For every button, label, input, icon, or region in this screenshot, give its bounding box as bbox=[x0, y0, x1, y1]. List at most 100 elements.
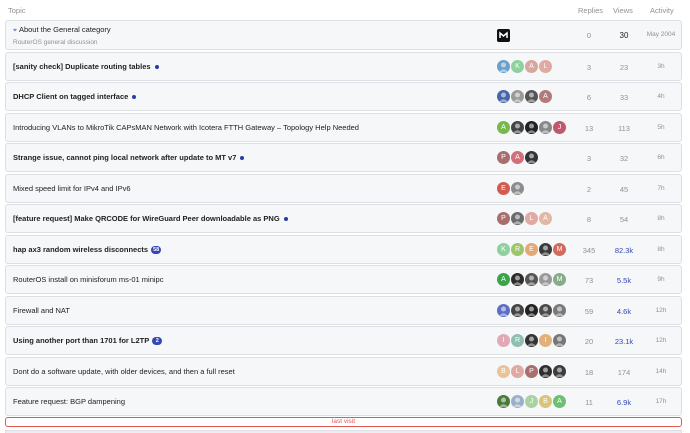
replies-count[interactable]: 3 bbox=[574, 154, 604, 163]
replies-count[interactable]: 11 bbox=[574, 398, 604, 407]
topic-title-link[interactable]: Mixed speed limit for IPv4 and IPv6 bbox=[13, 184, 131, 193]
replies-count[interactable]: 3 bbox=[574, 63, 604, 72]
poster-avatar[interactable] bbox=[497, 395, 510, 408]
poster-avatar[interactable]: B bbox=[497, 364, 510, 378]
poster-avatar[interactable]: B bbox=[539, 395, 552, 408]
activity-time[interactable]: 12h bbox=[646, 307, 676, 314]
topic-row[interactable]: ⌖ About the General category RouterOS gene… bbox=[5, 20, 682, 50]
topic-title-link[interactable]: Dont do a software update, with older de… bbox=[13, 367, 235, 376]
activity-time[interactable]: 12h bbox=[646, 337, 676, 344]
topic-title-link[interactable]: Feature request: BGP dampening bbox=[13, 397, 125, 406]
replies-count[interactable]: 2 bbox=[574, 185, 604, 194]
poster-avatar[interactable] bbox=[553, 364, 566, 378]
poster-avatar[interactable] bbox=[539, 364, 552, 378]
poster-avatar[interactable] bbox=[511, 212, 524, 225]
topic-title-link[interactable]: Strange issue, cannot ping local network… bbox=[13, 153, 245, 162]
poster-avatar[interactable] bbox=[511, 303, 524, 317]
poster-avatar[interactable]: K bbox=[497, 242, 510, 256]
poster-avatar[interactable] bbox=[539, 120, 552, 134]
poster-avatar[interactable] bbox=[553, 303, 566, 317]
poster-avatar[interactable] bbox=[525, 120, 538, 134]
poster-avatar[interactable] bbox=[511, 90, 524, 103]
topic-row[interactable]: Introducing VLANs to MikroTik CAPsMAN Ne… bbox=[5, 112, 682, 142]
poster-avatar[interactable]: L bbox=[539, 59, 552, 73]
topic-title-link[interactable]: Firewall and NAT bbox=[13, 306, 70, 315]
activity-time[interactable]: 14h bbox=[646, 368, 676, 375]
header-replies[interactable]: Replies bbox=[578, 6, 603, 15]
poster-avatar[interactable] bbox=[539, 242, 552, 256]
poster-avatar[interactable] bbox=[525, 151, 538, 164]
poster-avatar[interactable]: A bbox=[539, 212, 552, 225]
topic-row[interactable]: RouterOS install on minisforum ms-01 min… bbox=[5, 265, 682, 294]
poster-avatar[interactable] bbox=[511, 120, 524, 134]
poster-avatar[interactable] bbox=[525, 334, 538, 347]
activity-time[interactable]: 17h bbox=[646, 398, 676, 405]
poster-avatar[interactable] bbox=[511, 273, 524, 286]
topic-row[interactable]: Feature request: BGP dampening J B A 11 6.9k 1… bbox=[5, 387, 682, 416]
topic-row[interactable]: DHCP Client on tagged interface A 6 33 4h bbox=[5, 82, 682, 111]
poster-avatar[interactable]: I bbox=[539, 334, 552, 347]
topic-row[interactable]: Mixed speed limit for IPv4 and IPv6 E 2 45 7… bbox=[5, 173, 682, 203]
poster-avatar[interactable] bbox=[539, 303, 552, 317]
poster-avatar[interactable] bbox=[511, 181, 524, 195]
poster-avatar[interactable]: A bbox=[553, 395, 566, 408]
replies-count[interactable]: 73 bbox=[574, 276, 604, 285]
poster-avatar[interactable]: I bbox=[497, 334, 510, 347]
topic-title-link[interactable]: RouterOS install on minisforum ms-01 min… bbox=[13, 275, 163, 284]
poster-avatar[interactable]: L bbox=[511, 364, 524, 378]
poster-avatar[interactable]: E bbox=[497, 181, 510, 195]
poster-avatar[interactable]: A bbox=[511, 151, 524, 164]
topic-row[interactable]: [sanity check] Duplicate routing tables K… bbox=[5, 51, 682, 81]
header-topic[interactable]: Topic bbox=[8, 6, 26, 15]
activity-time[interactable]: 8h bbox=[646, 215, 676, 222]
replies-count[interactable]: 345 bbox=[574, 246, 604, 255]
header-activity[interactable]: Activity bbox=[650, 6, 674, 15]
replies-count[interactable]: 8 bbox=[574, 215, 604, 224]
poster-avatar[interactable]: J bbox=[525, 395, 538, 408]
poster-avatar[interactable]: P bbox=[497, 212, 510, 225]
mikrotik-logo-icon[interactable] bbox=[497, 29, 510, 42]
topic-title-link[interactable]: Introducing VLANs to MikroTik CAPsMAN Ne… bbox=[13, 123, 359, 132]
poster-avatar[interactable] bbox=[539, 273, 552, 286]
topic-title-link[interactable]: Using another port than 1701 for L2TP 2 bbox=[13, 336, 163, 346]
topic-title-link[interactable]: DHCP Client on tagged interface bbox=[13, 92, 137, 101]
replies-count[interactable]: 13 bbox=[574, 124, 604, 133]
poster-avatar[interactable]: A bbox=[497, 273, 510, 286]
poster-avatar[interactable] bbox=[525, 90, 538, 103]
activity-time[interactable]: 5h bbox=[646, 124, 676, 131]
poster-avatar[interactable]: A bbox=[497, 120, 510, 134]
poster-avatar[interactable] bbox=[497, 90, 510, 103]
poster-avatar[interactable]: K bbox=[511, 59, 524, 73]
poster-avatar[interactable] bbox=[511, 395, 524, 408]
poster-avatar[interactable] bbox=[497, 59, 510, 73]
activity-time[interactable]: 7h bbox=[646, 185, 676, 192]
poster-avatar[interactable]: M bbox=[553, 242, 566, 256]
topic-row[interactable]: Dont do a software update, with older de… bbox=[5, 356, 682, 386]
replies-count[interactable]: 20 bbox=[574, 337, 604, 346]
new-posts-badge[interactable]: 58 bbox=[151, 245, 162, 254]
topic-row[interactable]: Using another port than 1701 for L2TP 2 I R… bbox=[5, 326, 682, 355]
topic-title-link[interactable]: ⌖ About the General category bbox=[13, 25, 111, 35]
activity-time[interactable]: May 2004 bbox=[646, 31, 676, 38]
topic-row[interactable]: Firewall and NAT 59 4.6k 12h bbox=[5, 295, 682, 325]
poster-avatar[interactable]: P bbox=[497, 151, 510, 164]
topic-row[interactable]: [feature request] Make QRCODE for WireGu… bbox=[5, 204, 682, 233]
poster-avatar[interactable]: P bbox=[525, 364, 538, 378]
activity-time[interactable]: 4h bbox=[646, 93, 676, 100]
replies-count[interactable]: 0 bbox=[574, 31, 604, 40]
poster-avatar[interactable] bbox=[553, 334, 566, 347]
replies-count[interactable]: 18 bbox=[574, 368, 604, 377]
replies-count[interactable]: 59 bbox=[574, 307, 604, 316]
poster-avatar[interactable] bbox=[525, 303, 538, 317]
poster-avatar[interactable]: J bbox=[553, 120, 566, 134]
replies-count[interactable]: 6 bbox=[574, 93, 604, 102]
topic-row[interactable]: Strange issue, cannot ping local network… bbox=[5, 143, 682, 172]
activity-time[interactable]: 8h bbox=[646, 246, 676, 253]
activity-time[interactable]: 6h bbox=[646, 154, 676, 161]
header-views[interactable]: Views bbox=[613, 6, 633, 15]
poster-avatar[interactable]: A bbox=[539, 90, 552, 103]
poster-avatar[interactable]: M bbox=[553, 273, 566, 286]
topic-title-link[interactable]: [sanity check] Duplicate routing tables bbox=[13, 62, 159, 71]
poster-avatar[interactable]: A bbox=[525, 59, 538, 73]
poster-avatar[interactable]: L bbox=[525, 212, 538, 225]
